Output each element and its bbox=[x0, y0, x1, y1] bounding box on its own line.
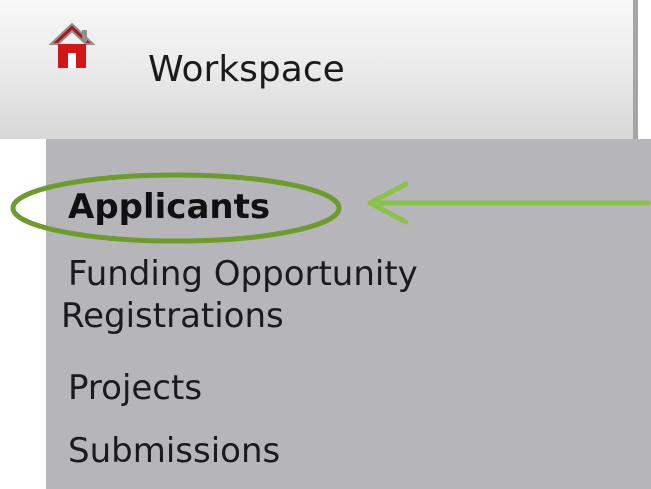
menu-item-applicants[interactable]: Applicants bbox=[68, 186, 270, 228]
home-icon bbox=[48, 22, 96, 68]
menu-item-submissions[interactable]: Submissions bbox=[68, 430, 280, 472]
menu-item-label-line-2: Registrations bbox=[61, 296, 284, 336]
workspace-navigation-screen: Workspace Applicants Funding Opportunity… bbox=[0, 0, 651, 489]
menu-item-projects[interactable]: Projects bbox=[68, 367, 202, 409]
menu-item-funding-opportunity-registrations[interactable]: Funding Opportunity Registrations bbox=[61, 253, 418, 337]
workspace-header[interactable]: Workspace bbox=[0, 0, 638, 139]
menu-item-label-line-1: Funding Opportunity bbox=[68, 254, 418, 294]
workspace-title: Workspace bbox=[148, 49, 345, 90]
